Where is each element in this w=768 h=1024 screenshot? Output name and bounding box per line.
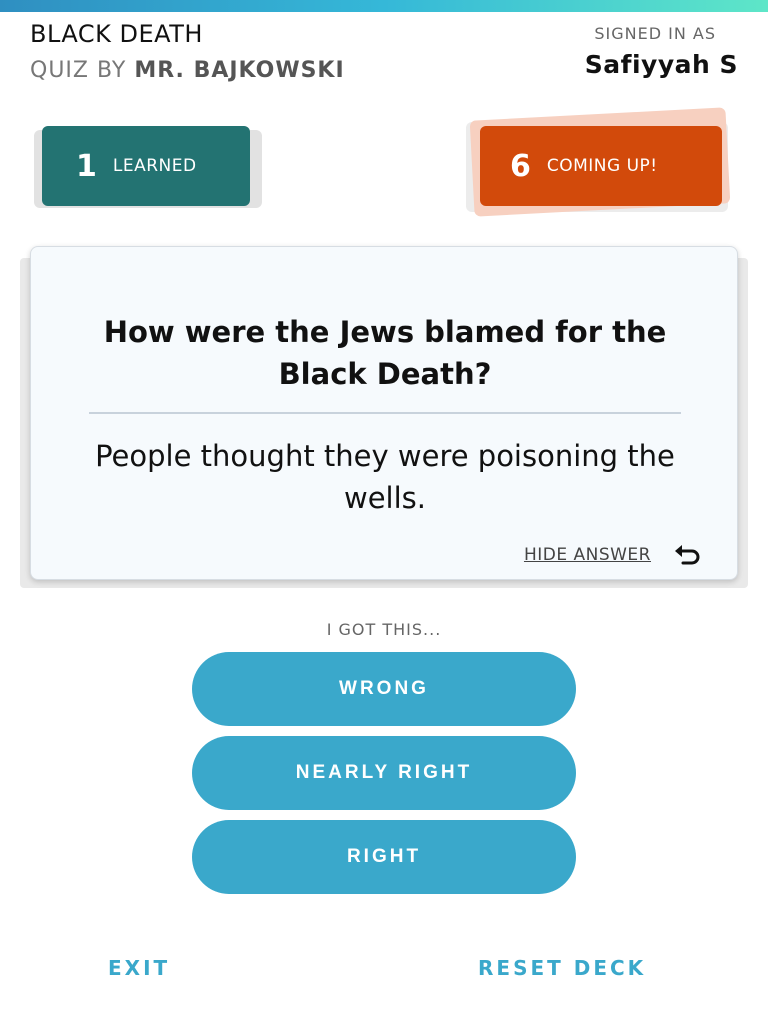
- coming-up-count: 6: [510, 148, 531, 184]
- rating-prompt: I GOT THIS...: [326, 620, 442, 639]
- flashcard-divider: [89, 412, 681, 414]
- quiz-author: MR. BAJKOWSKI: [134, 58, 345, 83]
- wrong-button[interactable]: WRONG: [192, 652, 576, 726]
- nearly-right-button[interactable]: NEARLY RIGHT: [192, 736, 576, 810]
- deck-title: BLACK DEATH: [30, 20, 203, 48]
- coming-up-counter[interactable]: 6 COMING UP!: [466, 107, 736, 226]
- quiz-author-line: QUIZ BY MR. BAJKOWSKI: [30, 58, 345, 83]
- top-accent-bar: [0, 0, 768, 12]
- learned-card[interactable]: 1 LEARNED: [42, 126, 250, 206]
- flashcard-answer: People thought they were poisoning the w…: [95, 439, 675, 515]
- flashcard-question: How were the Jews blamed for the Black D…: [103, 315, 667, 391]
- signed-in-user: Safiyyah S: [584, 50, 738, 79]
- reset-deck-link[interactable]: RESET DECK: [478, 956, 646, 980]
- coming-up-card[interactable]: 6 COMING UP!: [480, 126, 722, 206]
- signed-in-label: SIGNED IN AS: [594, 24, 716, 43]
- right-button[interactable]: RIGHT: [192, 820, 576, 894]
- undo-arrow-icon[interactable]: [673, 543, 703, 567]
- learned-counter[interactable]: 1 LEARNED: [34, 120, 266, 216]
- coming-up-label: COMING UP!: [546, 156, 658, 176]
- learned-label: LEARNED: [112, 156, 197, 176]
- learned-count: 1: [76, 148, 97, 184]
- flashcard[interactable]: How were the Jews blamed for the Black D…: [30, 246, 738, 580]
- exit-link[interactable]: EXIT: [108, 956, 170, 980]
- hide-answer-link[interactable]: HIDE ANSWER: [524, 545, 651, 565]
- quiz-by-prefix: QUIZ BY: [30, 58, 127, 83]
